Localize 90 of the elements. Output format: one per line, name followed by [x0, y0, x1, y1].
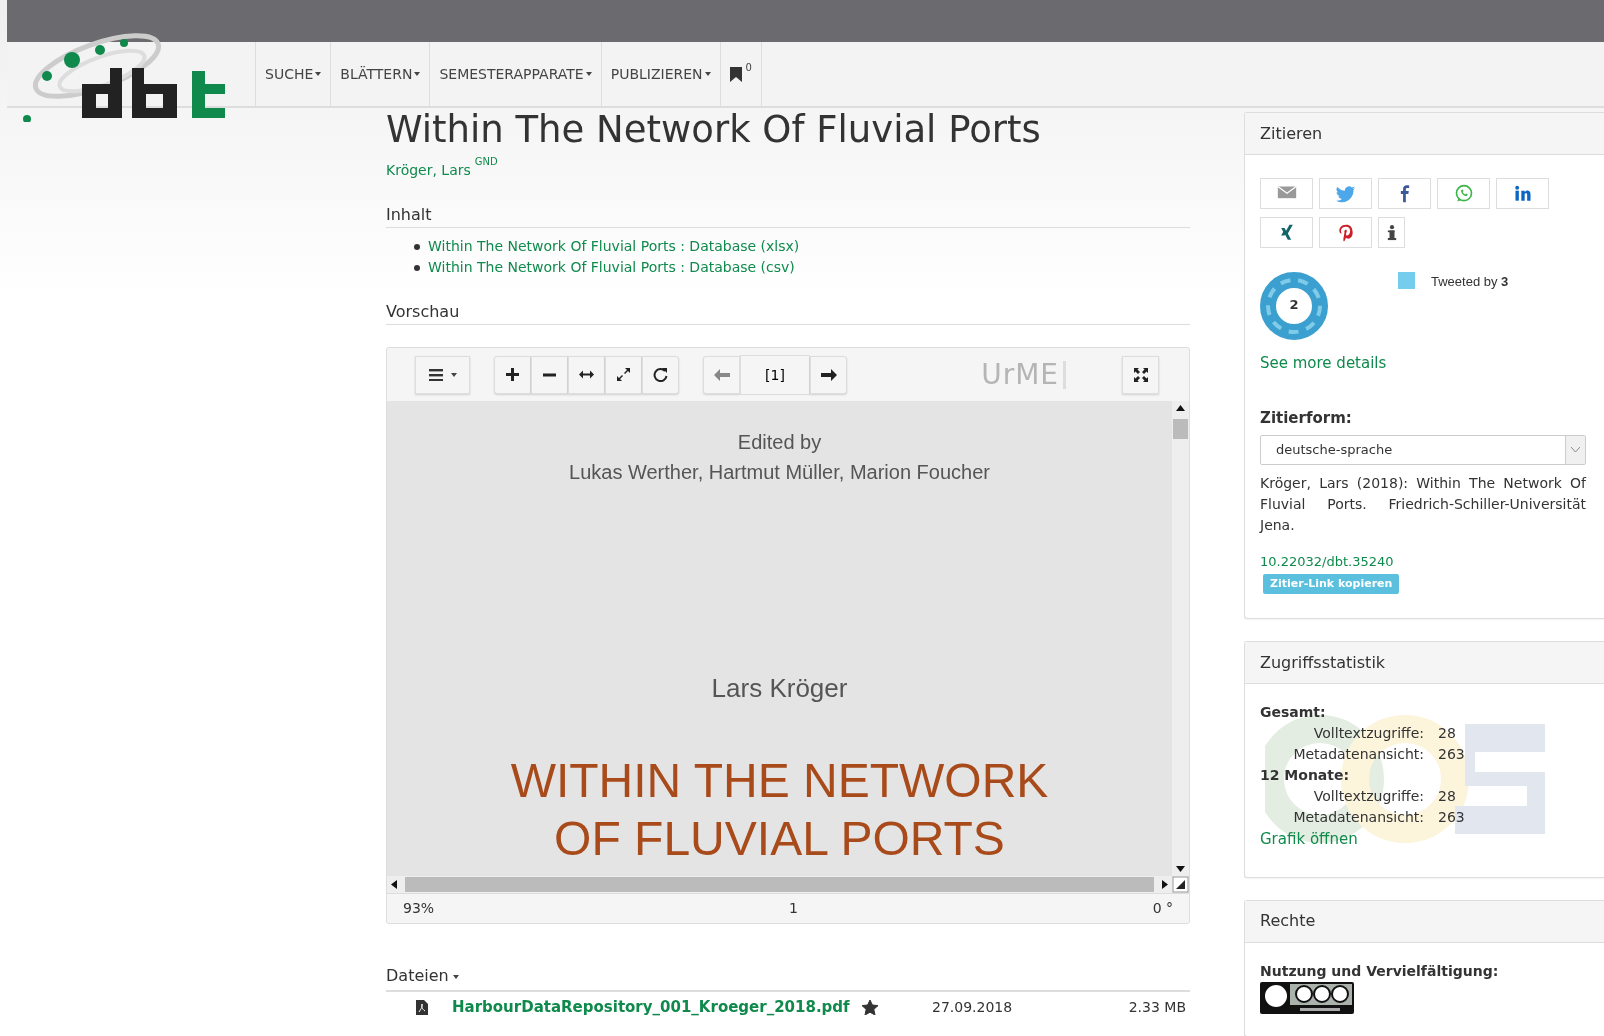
scrollbar-thumb[interactable] [1173, 419, 1188, 440]
editor-names: Lukas Werther, Hartmut Müller, Marion Foucher [568, 460, 991, 486]
page-field[interactable]: [1] [740, 354, 810, 395]
record-title: Within The Network Of Fluvial Ports [386, 108, 1042, 152]
fit-width-button[interactable] [568, 355, 605, 394]
scrollbar-thumb[interactable] [405, 877, 1154, 893]
nav-menu[interactable]: BLÄTTERN [330, 42, 430, 106]
resize-corner-icon[interactable] [1172, 876, 1189, 894]
stat-label: Volltextzugriffe: [1312, 787, 1425, 806]
doi-link[interactable]: 10.22032/dbt.35240 [1260, 552, 1589, 572]
file-size: 2.33 MB [1128, 997, 1186, 1017]
stat-label: Volltextzugriffe: [1312, 724, 1425, 743]
twitter-icon [1335, 183, 1356, 204]
author-link[interactable]: Kröger, Lars [386, 160, 471, 181]
scroll-right-icon[interactable] [1162, 880, 1168, 890]
panel-heading: Zugriffsstatistik [1245, 642, 1604, 684]
citation-text: Kröger, Lars (2018): Within The Network Of Fluvial Ports. Friedrich-Schiller-Universität Jena. [1260, 474, 1586, 535]
share-button[interactable] [1496, 178, 1549, 209]
stat-value: 263 [1438, 745, 1465, 764]
chevron-down-icon [1571, 447, 1580, 453]
fullscreen-button[interactable] [1122, 355, 1159, 394]
bullet-icon [414, 264, 420, 271]
tweet-count: Tweeted by 3 [1431, 273, 1509, 291]
share-button[interactable] [1260, 217, 1313, 248]
scroll-up-icon[interactable] [1176, 405, 1185, 412]
citation-style-select[interactable]: deutsche-sprache [1260, 435, 1586, 465]
zoom-level: 93% [403, 899, 435, 919]
bookmarks-button[interactable]: 0 [719, 42, 762, 106]
rotate-icon [653, 367, 668, 383]
stats-group-label: 12 Monate: [1260, 766, 1351, 785]
scroll-down-icon[interactable] [1176, 866, 1185, 873]
info-button[interactable] [1378, 217, 1405, 248]
previous-page-button[interactable] [703, 355, 740, 394]
editors-label: Edited by [736, 430, 823, 456]
stat-value: 28 [1438, 787, 1457, 806]
fullscreen-icon [1133, 367, 1148, 382]
zoom-in-icon [505, 367, 520, 383]
vertical-scrollbar[interactable] [1172, 401, 1189, 877]
panel-heading: Rechte [1245, 900, 1604, 943]
bookmark-icon [729, 66, 742, 82]
stat-value: 263 [1438, 808, 1465, 827]
content-link[interactable]: Within The Network Of Fluvial Ports : Database (xlsx) [428, 236, 800, 258]
document-author: Lars Kröger [710, 672, 849, 706]
altmetric-score: 2 [1288, 296, 1300, 314]
nav-menu[interactable]: PUBLIZIEREN [600, 42, 720, 106]
share-button[interactable] [1319, 217, 1372, 248]
left-arrow-icon [713, 368, 730, 381]
horizontal-scrollbar[interactable] [387, 876, 1189, 894]
section-heading: Vorschau [386, 302, 1190, 326]
content-link[interactable]: Within The Network Of Fluvial Ports : Database (csv) [428, 257, 795, 279]
file-link[interactable]: HarbourDataRepository_001_Kroeger_2018.pdf [452, 996, 862, 1019]
viewer-logo: UrME [981, 360, 1066, 389]
rotate-button[interactable] [642, 355, 679, 394]
menu-button[interactable] [415, 355, 470, 394]
stats-group-label: Gesamt: [1260, 703, 1327, 722]
right-arrow-icon [820, 368, 837, 381]
altmetric-donut[interactable] [1260, 272, 1328, 340]
license-badge-icon[interactable] [1260, 981, 1354, 1014]
whatsapp-icon [1453, 183, 1474, 204]
scroll-left-icon[interactable] [391, 880, 397, 890]
menu-icon [428, 368, 443, 381]
zoom-in-button[interactable] [494, 355, 531, 394]
expand-icon [616, 367, 631, 383]
share-button[interactable] [1260, 178, 1313, 209]
section-heading: Inhalt [386, 205, 1190, 229]
legend-swatch [1398, 272, 1415, 289]
details-link[interactable]: See more details [1260, 352, 1589, 375]
gnd-link[interactable]: GND [474, 156, 498, 168]
pdf-file-icon [416, 999, 428, 1015]
nav-menu[interactable]: SUCHE [255, 42, 331, 106]
page-number: 1 [788, 899, 798, 919]
stat-label: Metadatenansicht: [1292, 745, 1425, 764]
panel-heading: Zitieren [1245, 113, 1604, 155]
bullet-icon [414, 243, 420, 250]
stat-label: Metadatenansicht: [1292, 808, 1425, 827]
stat-value: 28 [1438, 724, 1457, 743]
license-label: Nutzung und Vervielfältigung: [1260, 961, 1500, 981]
next-page-button[interactable] [810, 355, 847, 394]
chart-link[interactable]: Grafik öffnen [1260, 828, 1589, 851]
field-label: Zitierform: [1260, 407, 1353, 429]
share-button[interactable] [1378, 178, 1431, 209]
zoom-out-icon [543, 372, 556, 377]
document-title: WITHIN THE NETWORK [509, 753, 1050, 810]
files-heading[interactable]: Dateien [386, 966, 459, 986]
file-date: 27.09.2018 [932, 997, 1013, 1017]
bookmark-count: 0 [745, 62, 752, 74]
nav-menu[interactable]: SEMESTERAPPARATE [429, 42, 601, 106]
document-title: OF FLUVIAL PORTS [553, 811, 1006, 868]
linkedin-icon [1512, 183, 1533, 204]
rotation-angle: 0 ° [1152, 899, 1173, 919]
